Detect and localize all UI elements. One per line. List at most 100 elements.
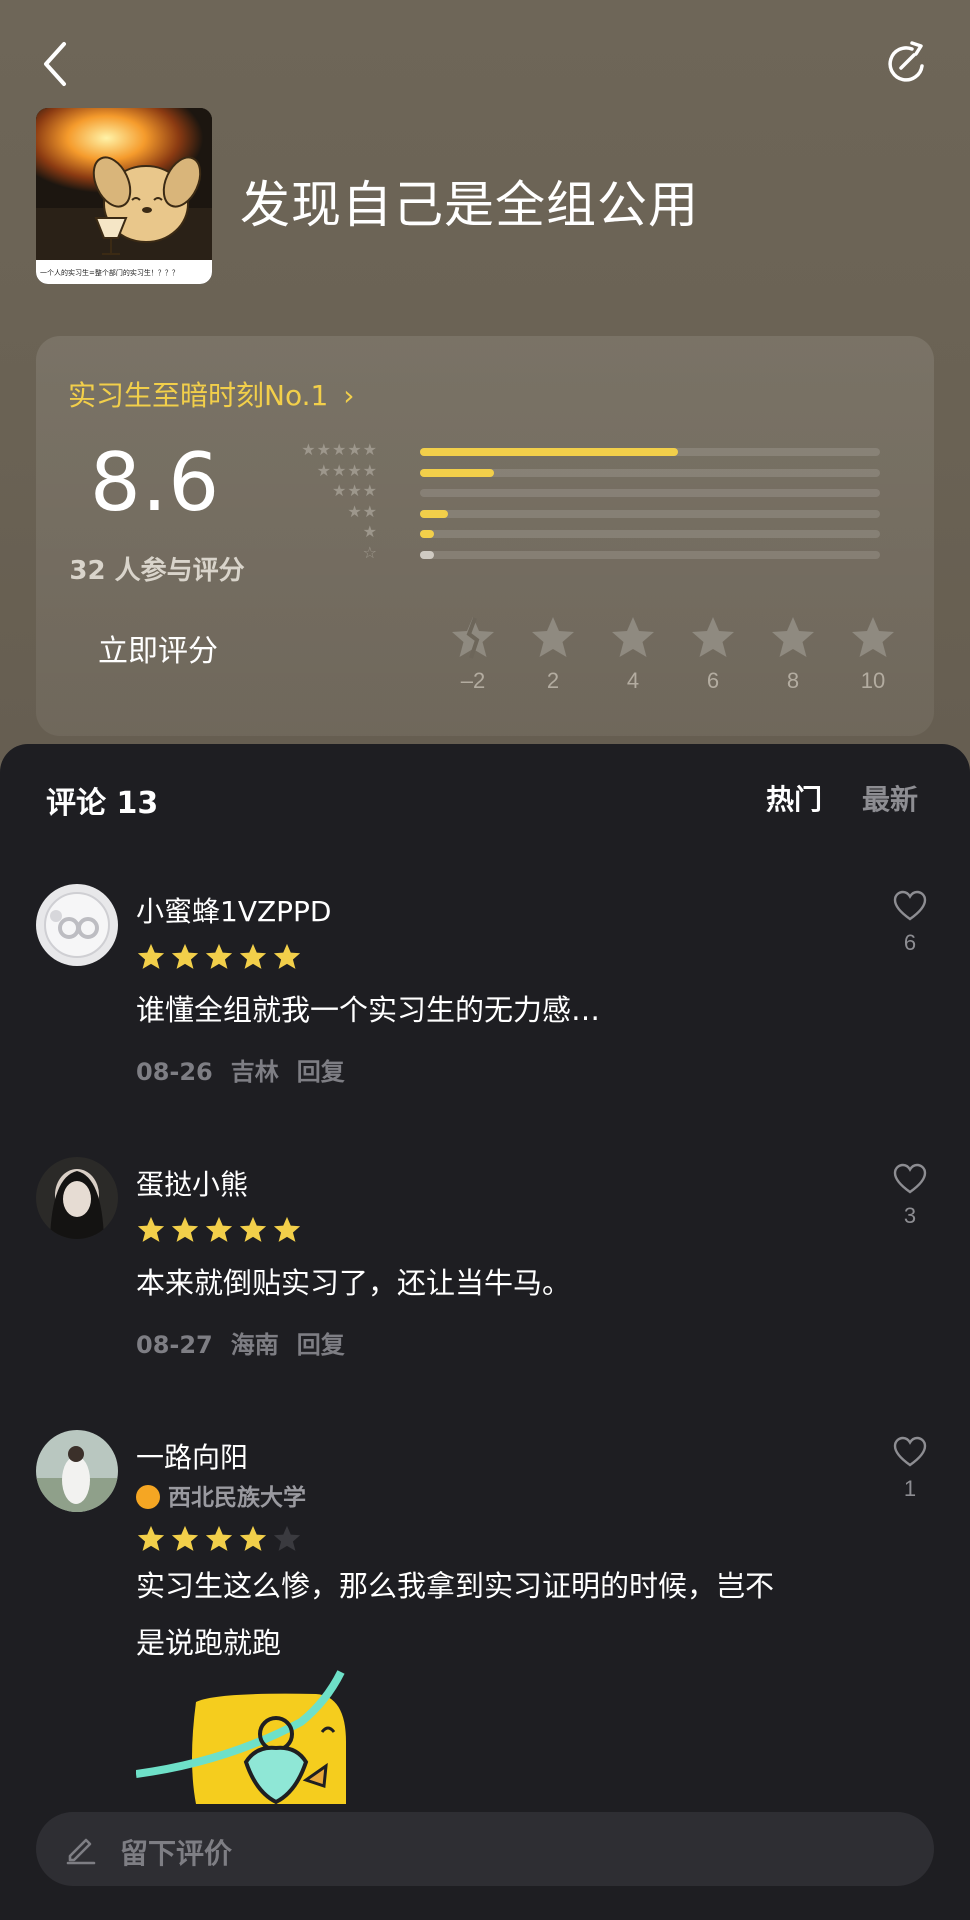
sort-new-tab[interactable]: 最新 bbox=[862, 778, 918, 818]
distribution-fill bbox=[420, 550, 434, 559]
star-filled-icon bbox=[137, 1216, 165, 1242]
comment-location: 海南 bbox=[230, 1331, 279, 1359]
share-icon bbox=[888, 41, 924, 82]
chevron-right-icon: › bbox=[343, 379, 355, 412]
distribution-row: ★★★★ bbox=[304, 461, 904, 481]
comment-sticker-image[interactable] bbox=[136, 1662, 396, 1804]
like-button[interactable]: 1 bbox=[888, 1434, 932, 1502]
distribution-stars: ★★★★★ bbox=[301, 440, 378, 459]
comment-meta: 08-27 海南 回复 bbox=[136, 1325, 363, 1360]
distribution-fill bbox=[420, 530, 434, 538]
star-icon bbox=[852, 617, 894, 657]
like-count: 1 bbox=[903, 1476, 917, 1501]
like-button[interactable]: 6 bbox=[888, 888, 932, 956]
star-filled-icon bbox=[273, 1216, 301, 1242]
comment-input[interactable]: 留下评价 bbox=[36, 1812, 934, 1886]
avatar[interactable] bbox=[36, 1430, 118, 1512]
rate-option-1[interactable]: –2 bbox=[438, 614, 508, 694]
back-button[interactable] bbox=[36, 38, 76, 90]
distribution-bar bbox=[420, 550, 880, 559]
comment-text: 谁懂全组就我一个实习生的无力感… bbox=[136, 993, 601, 1027]
avatar[interactable] bbox=[36, 884, 118, 966]
rate-option-4[interactable]: 6 bbox=[678, 614, 748, 694]
reply-button[interactable]: 回复 bbox=[297, 1058, 345, 1086]
distribution-row: ★★★ bbox=[304, 481, 904, 501]
comment-username[interactable]: 蛋挞小熊 bbox=[136, 1163, 248, 1203]
score-value: 8.6 bbox=[89, 436, 221, 529]
pen-icon bbox=[66, 1838, 96, 1865]
header-area: 一个人的实习生=整个部门的实习生！？？？ 发现自己是全组公用 实习生至暗时刻No… bbox=[0, 0, 970, 760]
comments-sheet: 评论 13 热门 最新 小蜜蜂1VZPPD 谁懂全组就我一个实习生的无力感… 0… bbox=[0, 744, 970, 1920]
heart-icon bbox=[893, 1436, 927, 1467]
comment-text: 本来就倒贴实习了，还让当牛马。 bbox=[136, 1266, 572, 1300]
school-tag: 西北民族大学 bbox=[136, 1478, 306, 1512]
star-filled-icon bbox=[205, 1525, 233, 1551]
distribution-fill bbox=[420, 509, 448, 518]
distribution-stars: ★★ bbox=[347, 501, 378, 521]
distribution-stars: ☆ bbox=[362, 542, 378, 562]
cover-caption: 一个人的实习生=整个部门的实习生！？？？ bbox=[40, 269, 179, 277]
distribution-bar bbox=[420, 509, 880, 518]
distribution-stars: ★★★★ bbox=[316, 460, 378, 480]
like-count: 6 bbox=[903, 930, 917, 955]
star-filled-icon bbox=[137, 1525, 165, 1551]
rate-option-value: 8 bbox=[786, 668, 800, 693]
like-count: 3 bbox=[903, 1203, 917, 1228]
reply-button[interactable]: 回复 bbox=[297, 1331, 345, 1359]
star-filled-icon bbox=[137, 943, 165, 969]
comment-username[interactable]: 小蜜蜂1VZPPD bbox=[136, 890, 331, 930]
distribution-stars: ★ bbox=[362, 522, 378, 541]
rate-option-6[interactable]: 10 bbox=[838, 614, 908, 694]
rate-option-2[interactable]: 2 bbox=[518, 614, 588, 694]
rate-option-value: 4 bbox=[626, 668, 640, 693]
distribution-stars: ★★★ bbox=[331, 481, 378, 500]
distribution-bar bbox=[420, 448, 880, 456]
sort-hot-tab[interactable]: 热门 bbox=[766, 778, 822, 818]
avatar[interactable] bbox=[36, 1157, 118, 1239]
comment-username[interactable]: 一路向阳 bbox=[136, 1436, 248, 1476]
comments-title: 评论 13 bbox=[46, 786, 159, 821]
comment-text-line: 实习生这么惨，那么我拿到实习证明的时候，岂不 bbox=[136, 1569, 775, 1603]
school-name: 西北民族大学 bbox=[168, 1485, 306, 1511]
share-button[interactable] bbox=[884, 40, 930, 86]
star-filled-icon bbox=[171, 1216, 199, 1242]
distribution-row: ☆ bbox=[304, 543, 904, 563]
like-button[interactable]: 3 bbox=[888, 1161, 932, 1229]
star-filled-icon bbox=[205, 1216, 233, 1242]
cover-image: 一个人的实习生=整个部门的实习生！？？？ bbox=[36, 108, 212, 284]
comment-stars bbox=[136, 1524, 306, 1552]
broken-star-icon bbox=[452, 617, 494, 659]
rank-link[interactable]: 实习生至暗时刻No.1 › bbox=[68, 374, 354, 414]
star-filled-icon bbox=[171, 943, 199, 969]
comment-stars bbox=[136, 942, 306, 970]
star-filled-icon bbox=[239, 943, 267, 969]
rate-now-label: 立即评分 bbox=[98, 634, 218, 669]
distribution-fill bbox=[420, 468, 494, 477]
star-filled-icon bbox=[171, 1525, 199, 1551]
star-filled-icon bbox=[205, 943, 233, 969]
star-filled-icon bbox=[273, 943, 301, 969]
star-empty-icon bbox=[273, 1525, 301, 1551]
rate-option-5[interactable]: 8 bbox=[758, 614, 828, 694]
star-icon bbox=[532, 617, 574, 657]
distribution-row: ★★★★★ bbox=[301, 440, 904, 460]
star-icon bbox=[772, 617, 814, 657]
heart-icon bbox=[893, 1163, 927, 1194]
rate-option-value: 6 bbox=[706, 668, 720, 693]
distribution-fill bbox=[420, 448, 678, 456]
distribution-bar bbox=[420, 489, 880, 497]
rate-option-3[interactable]: 4 bbox=[598, 614, 668, 694]
rating-card: 实习生至暗时刻No.1 › 8.6 32 人参与评分 ★★★★★ ★★★★ ★★★ ★… bbox=[36, 336, 934, 736]
rate-option-value: 10 bbox=[860, 668, 886, 693]
star-icon bbox=[692, 617, 734, 657]
page-title: 发现自己是全组公用 bbox=[240, 176, 699, 234]
comment-location: 吉林 bbox=[230, 1058, 279, 1086]
distribution-row: ★★ bbox=[304, 502, 904, 522]
rank-label: 实习生至暗时刻No.1 bbox=[68, 379, 329, 412]
heart-icon bbox=[893, 890, 927, 921]
star-icon bbox=[612, 617, 654, 657]
comment-stars bbox=[136, 1215, 306, 1243]
participants-count: 32 人参与评分 bbox=[69, 556, 245, 586]
comment-date: 08-26 bbox=[136, 1058, 213, 1086]
verified-badge-icon bbox=[136, 1485, 160, 1509]
